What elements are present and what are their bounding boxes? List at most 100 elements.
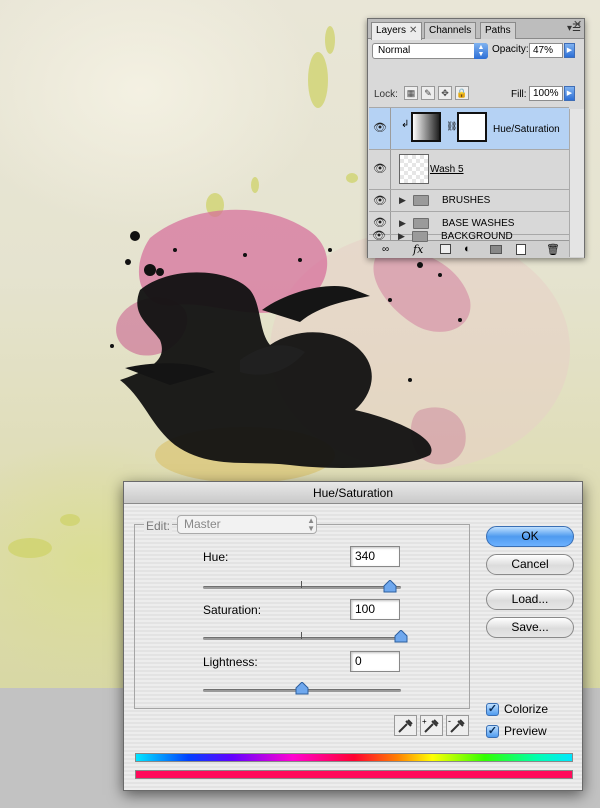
new-layer-icon[interactable] [516,244,526,255]
opacity-slider-button[interactable]: ▶ [564,43,575,58]
lightness-slider-knob[interactable] [295,682,309,695]
fx-icon[interactable]: fx [413,243,423,256]
cancel-button[interactable]: Cancel [486,554,574,575]
eyedropper-minus-icon[interactable]: - [446,715,469,736]
layer-name-hue-saturation: Hue/Saturation [493,124,560,135]
layer-thumbnail [399,154,429,184]
layer-name-base-washes: BASE WASHES [442,218,515,229]
fill-slider-button[interactable]: ▶ [564,86,575,101]
close-tab-icon[interactable]: ✕ [409,25,417,36]
edit-label: Edit: [144,519,173,533]
opacity-value: 47% [533,45,554,56]
fx-label: fx [413,243,424,256]
expand-triangle-icon[interactable]: ▶ [399,195,406,206]
hue-slider-track[interactable] [203,586,401,589]
save-button-label: Save... [511,620,549,634]
expand-triangle-icon[interactable]: ▶ [399,218,406,229]
ok-button-label: OK [521,529,539,543]
lock-transparency-icon[interactable]: ▦ [404,86,418,100]
layer-name-background: BACKGROUND [441,231,513,242]
visibility-eye-icon[interactable]: 👁 [370,229,388,242]
lock-image-icon[interactable]: ✎ [421,86,435,100]
edit-channel-value: Master [184,517,221,531]
blend-mode-select[interactable]: Normal ▲ ▼ [372,43,488,59]
colorize-checkbox[interactable]: ✓ [486,703,499,716]
dialog-title: Hue/Saturation [312,486,394,500]
layers-scrollbar[interactable] [569,109,584,257]
fill-label: Fill: [511,89,527,100]
saturation-field[interactable]: 100 [350,599,400,620]
ok-button[interactable]: OK [486,526,574,547]
layers-footer-bar: 👁 ▶ BACKGROUND ∞ fx ◐ 🗑 [368,230,584,258]
mask-icon[interactable] [440,244,451,254]
opacity-field[interactable]: 47% [529,43,563,58]
hue-slider-knob[interactable] [383,580,397,593]
clip-arrow-icon: ↲ [401,119,410,130]
folder-icon [412,231,428,242]
tab-layers[interactable]: Layers ✕ [371,22,423,40]
layer-group-brushes[interactable]: 👁 ▶ BRUSHES [369,189,569,211]
panel-tab-bar: Layers ✕ Channels Paths ▾☰ [368,19,584,40]
new-group-folder-icon[interactable] [490,245,502,254]
chain-link-icon[interactable]: ⛓ [446,121,457,132]
folder-icon [413,218,429,229]
svg-text:+: + [422,717,427,726]
hue-field[interactable]: 340 [350,546,400,567]
layer-name-wash-5: Wash 5 [430,164,464,175]
expand-triangle-icon[interactable]: ▶ [398,231,405,242]
adjustment-icon[interactable]: ◐ [464,243,471,255]
layers-panel: Layers ✕ Channels Paths ▾☰ ✕ Normal ▲ ▼ Op… [367,18,585,258]
folder-icon [413,195,429,206]
trash-icon[interactable]: 🗑 [546,243,560,256]
saturation-slider-track[interactable] [203,637,401,640]
tab-channels[interactable]: Channels [424,22,477,39]
layer-name-brushes: BRUSHES [442,195,491,206]
layer-row-wash-5[interactable]: 👁 Wash 5 [369,149,569,189]
load-button[interactable]: Load... [486,589,574,610]
svg-text:-: - [448,716,451,726]
visibility-eye-icon[interactable]: 👁 [371,216,389,229]
saturation-label: Saturation: [203,603,262,617]
preview-label: Preview [504,724,547,738]
lightness-field[interactable]: 0 [350,651,400,672]
blend-mode-value: Normal [378,45,411,56]
input-spectrum-bar [135,753,573,762]
hue-center-tick [301,581,302,588]
layer-row-hue-saturation[interactable]: 👁 ↲ ⛓ Hue/Saturation [369,107,569,149]
visibility-eye-icon[interactable]: 👁 [371,121,389,134]
saturation-slider-knob[interactable] [394,630,408,643]
blend-mode-arrows-icon: ▲ ▼ [474,43,488,59]
opacity-label: Opacity: [492,44,529,55]
hue-label: Hue: [203,550,229,564]
colorize-label: Colorize [504,702,549,716]
preview-checkbox[interactable]: ✓ [486,725,499,738]
output-spectrum-bar [135,770,573,779]
hue-value: 340 [355,549,376,563]
adjustment-thumbnail-icon [411,112,441,142]
eyedropper-icon[interactable] [394,715,417,736]
panel-close-icon[interactable]: ✕ [573,18,582,31]
tab-paths-label: Paths [485,25,511,36]
eyedropper-plus-icon[interactable]: + [420,715,443,736]
lightness-value: 0 [355,654,362,668]
lock-label: Lock: [374,89,398,100]
dialog-title-bar[interactable]: Hue/Saturation [124,482,582,504]
fill-field[interactable]: 100% [529,86,563,101]
link-icon[interactable]: ∞ [382,244,389,255]
tab-paths[interactable]: Paths [480,22,516,39]
edit-channel-select[interactable]: Master ▲ ▼ [177,515,317,534]
load-button-label: Load... [511,592,549,606]
saturation-center-tick [301,632,302,639]
lock-all-icon[interactable]: 🔒 [455,86,469,100]
visibility-eye-icon[interactable]: 👁 [371,162,389,175]
cancel-button-label: Cancel [511,557,549,571]
mask-thumbnail[interactable] [457,112,487,142]
fill-value: 100% [533,88,559,99]
select-arrows-icon: ▲ ▼ [307,516,315,533]
tab-layers-label: Layers [376,25,407,36]
tab-channels-label: Channels [429,25,472,36]
visibility-eye-icon[interactable]: 👁 [371,194,389,207]
save-button[interactable]: Save... [486,617,574,638]
lock-position-icon[interactable]: ✥ [438,86,452,100]
lightness-label: Lightness: [203,655,258,669]
